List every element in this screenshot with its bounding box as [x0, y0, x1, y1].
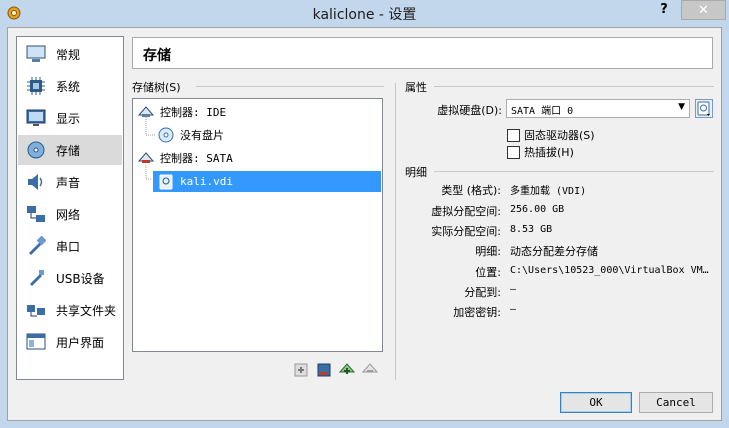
page-header: 存储 [132, 37, 713, 69]
sidebar-item-label: USB设备 [56, 271, 105, 286]
detail-label-encryption-key: 加密密钥: [453, 306, 501, 319]
tree-item-ide-controller[interactable]: 控制器: IDE [137, 101, 377, 122]
storage-tree-label: 存储树(S) [132, 81, 181, 94]
system-icon [24, 74, 48, 98]
usb-icon [24, 266, 48, 290]
page-title: 存储 [143, 48, 171, 64]
cancel-button[interactable]: Cancel [639, 392, 713, 413]
title-bar: kaliclone - 设置 ? ✕ [0, 0, 729, 27]
sidebar-item-network[interactable]: 网络 [18, 199, 122, 229]
tree-item-label: 没有盘片 [180, 128, 224, 142]
audio-icon [24, 170, 48, 194]
sidebar-item-label: 显示 [56, 111, 81, 126]
sidebar-item-label: 共享文件夹 [56, 303, 117, 318]
detail-label-location: 位置: [475, 266, 501, 279]
ssd-checkbox[interactable]: 固态驱动器(S) [507, 127, 595, 143]
sidebar-item-display[interactable]: 显示 [18, 103, 122, 133]
remove-attachment-button[interactable] [315, 361, 333, 379]
sidebar-item-label: 声音 [56, 175, 81, 190]
settings-window: kaliclone - 设置 ? ✕ 常规 系统 显示 存储 声音 网络 串口 … [0, 0, 729, 428]
tree-item-label: kali.vdi [180, 175, 233, 188]
detail-value-actual-size: 8.53 GB [510, 224, 553, 235]
chevron-down-icon: ▼ [678, 102, 685, 112]
help-button[interactable]: ? [654, 2, 674, 20]
storage-tree-separator [196, 86, 384, 87]
detail-label-type: 类型 (格式): [441, 184, 501, 197]
ok-button[interactable]: OK [560, 392, 632, 413]
sidebar-item-storage[interactable]: 存储 [18, 135, 122, 165]
dialog-body: 常规 系统 显示 存储 声音 网络 串口 USB设备 共享文件夹 用户界面 存储… [7, 27, 722, 421]
shared-folder-icon [24, 298, 48, 322]
hard-disk-slot-value: SATA 端口 0 [511, 106, 574, 117]
user-interface-icon [24, 330, 48, 354]
attributes-separator [434, 86, 714, 87]
display-icon [24, 106, 48, 130]
general-icon [24, 42, 48, 66]
vertical-separator [395, 83, 396, 380]
tree-item-kali-vdi[interactable]: kali.vdi [153, 171, 381, 192]
hotplug-checkbox-box[interactable] [507, 145, 520, 159]
detail-label-attached-to: 分配到: [464, 286, 501, 299]
details-section-label: 明细 [405, 166, 427, 179]
sidebar-item-user-interface[interactable]: 用户界面 [18, 327, 122, 357]
remove-attachment-icon [317, 363, 331, 377]
detail-value-details: 动态分配差分存储 [510, 245, 598, 258]
sidebar-item-label: 串口 [56, 239, 81, 254]
attributes-section-label: 属性 [405, 81, 427, 94]
details-separator [434, 171, 714, 172]
sidebar-item-label: 存储 [56, 143, 81, 158]
add-attachment-button[interactable] [292, 361, 310, 379]
tree-item-label: 控制器: IDE [160, 105, 227, 119]
sidebar-item-label: 网络 [56, 207, 81, 222]
detail-value-virtual-size: 256.00 GB [510, 204, 565, 215]
sidebar-item-general[interactable]: 常规 [18, 39, 122, 69]
detail-value-type: 多重加载 (VDI) [510, 186, 587, 197]
tree-guide-lines [145, 117, 156, 180]
settings-sidebar: 常规 系统 显示 存储 声音 网络 串口 USB设备 共享文件夹 用户界面 [16, 36, 124, 380]
window-title: kaliclone - 设置 [312, 7, 417, 23]
disk-menu-icon [697, 101, 710, 116]
sidebar-item-audio[interactable]: 声音 [18, 167, 122, 197]
sidebar-item-serial-port[interactable]: 串口 [18, 231, 122, 261]
detail-label-actual-size: 实际分配空间: [431, 225, 501, 238]
detail-label-details: 明细: [475, 245, 501, 258]
add-controller-icon [339, 363, 355, 374]
hard-disk-label: 虚拟硬盘(D): [437, 104, 502, 117]
sidebar-item-usb[interactable]: USB设备 [18, 263, 122, 293]
detail-label-virtual-size: 虚拟分配空间: [431, 205, 501, 218]
sidebar-item-label: 用户界面 [56, 335, 105, 350]
detail-value-encryption-key: — [510, 304, 517, 315]
hotplug-checkbox[interactable]: 热插拔(H) [507, 144, 574, 160]
network-icon [24, 202, 48, 226]
detail-value-location: C:\Users\10523_000\VirtualBox VM… [510, 265, 709, 276]
tree-item-empty-disc[interactable]: 没有盘片 [157, 124, 357, 145]
ssd-checkbox-label: 固态驱动器(S) [524, 129, 595, 142]
sidebar-item-shared-folders[interactable]: 共享文件夹 [18, 295, 122, 325]
detail-value-attached-to: — [510, 284, 517, 295]
hotplug-checkbox-label: 热插拔(H) [524, 146, 574, 159]
serial-port-icon [24, 234, 48, 258]
close-button[interactable]: ✕ [681, 0, 726, 20]
sidebar-item-label: 常规 [56, 47, 81, 62]
choose-disk-button[interactable] [695, 99, 713, 118]
add-controller-button[interactable] [338, 361, 356, 379]
tree-item-label: 控制器: SATA [160, 151, 233, 165]
storage-tree[interactable]: 控制器: IDE 没有盘片 控制器: SATA kali.vdi [132, 98, 383, 352]
sidebar-item-label: 系统 [56, 79, 81, 94]
storage-icon [24, 138, 48, 162]
sidebar-item-system[interactable]: 系统 [18, 71, 122, 101]
remove-controller-button[interactable] [361, 361, 379, 379]
hard-disk-slot-select[interactable]: SATA 端口 0 ▼ [506, 99, 690, 118]
ssd-checkbox-box[interactable] [507, 128, 520, 142]
tree-item-sata-controller[interactable]: 控制器: SATA [137, 147, 377, 168]
add-attachment-icon [294, 363, 308, 377]
remove-controller-icon [362, 363, 378, 373]
